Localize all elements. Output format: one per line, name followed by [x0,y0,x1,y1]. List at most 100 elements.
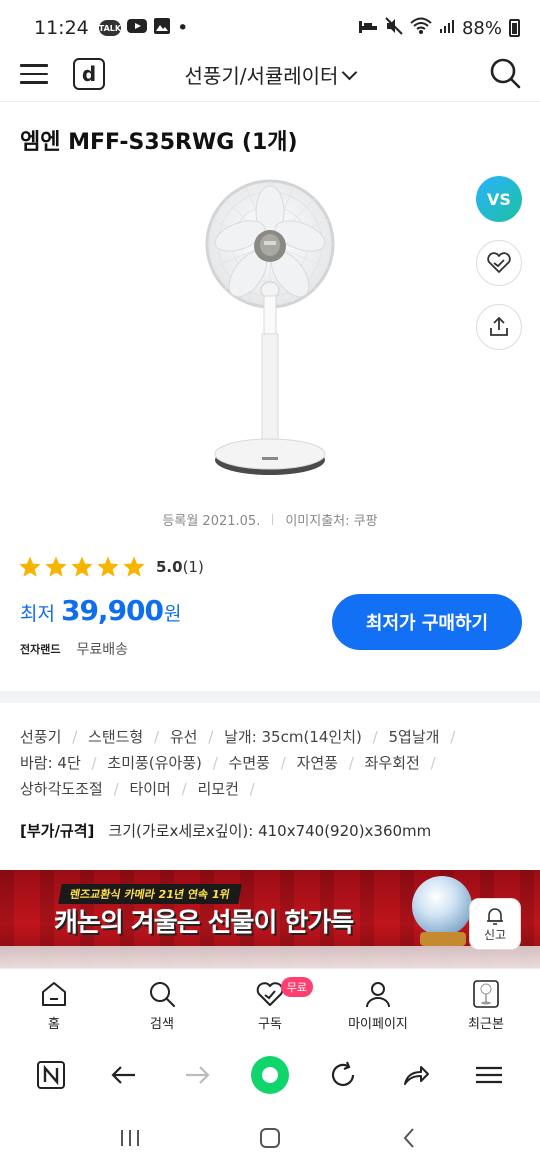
wifi-icon [410,17,432,40]
spec-separator: / [154,728,160,746]
spec-tag[interactable]: 리모컨 [197,780,238,798]
share-icon [490,316,508,336]
spec-size: [부가/규격] 크기(가로x세로x깊이): 410x740(920)x360mm [20,820,431,841]
browser-menu-button[interactable] [469,1055,509,1095]
forward-button[interactable] [177,1055,217,1095]
image-meta: 등록월 2021.05. 이미지출처: 쿠팡 [0,510,540,529]
home-icon [42,982,66,1006]
product-title: 엠엔 MFF-S35RWG (1개) [20,130,298,155]
spec-size-value: 크기(가로x세로x깊이): 410x740(920)x360mm [108,822,432,840]
search-icon[interactable] [488,56,522,90]
nav-recent[interactable]: 최근본 [432,969,540,1038]
home-square-icon [260,1128,280,1148]
spec-separator: / [181,780,187,798]
back-system-button[interactable] [398,1126,422,1154]
recent-apps-button[interactable] [118,1126,142,1154]
spec-tag[interactable]: 자연풍 [297,754,338,772]
spec-tag[interactable]: 유선 [170,728,198,746]
spec-separator: / [72,728,78,746]
banner-subtitle: 렌즈교환식 카메라 21년 연속 1위 [58,884,242,904]
spec-tag[interactable]: 날개: 35cm(14인치) [224,728,362,746]
report-label: 신고 [483,927,507,942]
ad-banner[interactable]: 렌즈교환식 카메라 21년 연속 1위 캐논의 겨울은 선물이 한가득 [0,870,540,968]
refresh-button[interactable] [323,1055,363,1095]
spec-tag[interactable]: 선풍기 [20,728,61,746]
shipping-info: 무료배송 [76,642,129,658]
nav-search-label: 검색 [150,1017,174,1032]
rating-stars [18,555,148,579]
section-divider [0,691,540,703]
star-icon [45,556,67,577]
gallery-notification-icon [153,17,171,40]
star-icon [71,556,93,577]
nav-home[interactable]: 홈 [0,969,108,1038]
nav-recent-label: 최근본 [468,1017,504,1032]
spec-separator: / [372,728,378,746]
top-header: d 선풍기/서큘레이터 [0,46,540,102]
naver-n-icon [36,1061,65,1089]
category-dropdown[interactable]: 선풍기/서큘레이터 [0,60,540,89]
battery-icon [509,19,520,37]
youtube-notification-icon [127,17,148,39]
spec-tag[interactable]: 좌우회전 [365,754,420,772]
spec-separator: / [91,754,97,772]
share-button-browser[interactable] [396,1055,436,1095]
spec-separator: / [208,728,214,746]
nav-search[interactable]: 검색 [108,969,216,1038]
spec-separator: / [348,754,354,772]
spec-tag[interactable]: 타이머 [129,780,170,798]
spec-separator: / [212,754,218,772]
report-button[interactable]: 신고 [469,898,521,950]
recent-thumb-icon [473,980,499,1008]
back-button[interactable] [104,1055,144,1095]
spec-tag[interactable]: 5엽날개 [388,728,439,746]
spec-tag[interactable]: 스탠드형 [88,728,143,746]
arrow-right-icon [185,1066,210,1084]
seller-row: 전자랜드 무료배송 [20,639,128,659]
person-icon [366,982,390,1008]
browser-toolbar [0,1040,540,1110]
system-nav [0,1110,540,1170]
spec-list: 선풍기 / 스탠드형 / 유선 / 날개: 35cm(14인치) / 5엽날개 … [20,724,520,802]
spec-separator: / [450,728,456,746]
snow-globe-image [412,876,472,936]
refresh-icon [332,1061,355,1087]
rating-count: (1) [182,558,204,576]
nav-subscribe[interactable]: 무료 구독 [216,969,324,1038]
rating-score: 5.0 [156,558,183,576]
star-icon [19,556,41,577]
share-button[interactable] [476,304,522,350]
product-image[interactable] [200,178,340,480]
compare-vs-button[interactable]: VS [476,176,522,222]
spec-tag[interactable]: 수면풍 [229,754,270,772]
rating[interactable]: 5.0 (1) [18,555,204,579]
mute-icon [385,16,403,40]
chevron-left-icon [403,1128,414,1148]
battery-percent: 88% [461,17,502,39]
sleep-mode-icon [358,18,378,39]
spec-separator: / [113,780,119,798]
snow-globe-base [420,932,466,946]
price-unit: 원 [164,603,182,625]
spec-tag[interactable]: 상하각도조절 [20,780,103,798]
lowest-price: 최저 39,900 원 [20,594,182,627]
nav-mypage-label: 마이페이지 [348,1017,408,1032]
category-label: 선풍기/서큘레이터 [184,64,339,88]
spec-separator: / [430,754,436,772]
spec-separator: / [249,780,255,798]
status-time: 11:24 [34,17,89,39]
spec-tag[interactable]: 바람: 4단 [20,754,81,772]
bottom-nav: 홈 검색 무료 구독 마이페이지 최근본 [0,968,540,1038]
spec-tag[interactable]: 초미풍(유아풍) [107,754,202,772]
nav-home-label: 홈 [48,1017,60,1032]
nav-mypage[interactable]: 마이페이지 [324,969,432,1038]
more-notifications-dot: • [177,17,189,39]
menu-icon [476,1066,503,1084]
home-system-button[interactable] [258,1126,282,1154]
naver-home-button[interactable] [31,1055,71,1095]
buy-lowest-button[interactable]: 최저가 구매하기 [332,594,522,650]
seller-logo: 전자랜드 [20,643,61,656]
wishlist-button[interactable] [476,240,522,286]
image-source: 이미지출처: 쿠팡 [285,514,378,529]
green-dot-button[interactable] [250,1055,290,1095]
